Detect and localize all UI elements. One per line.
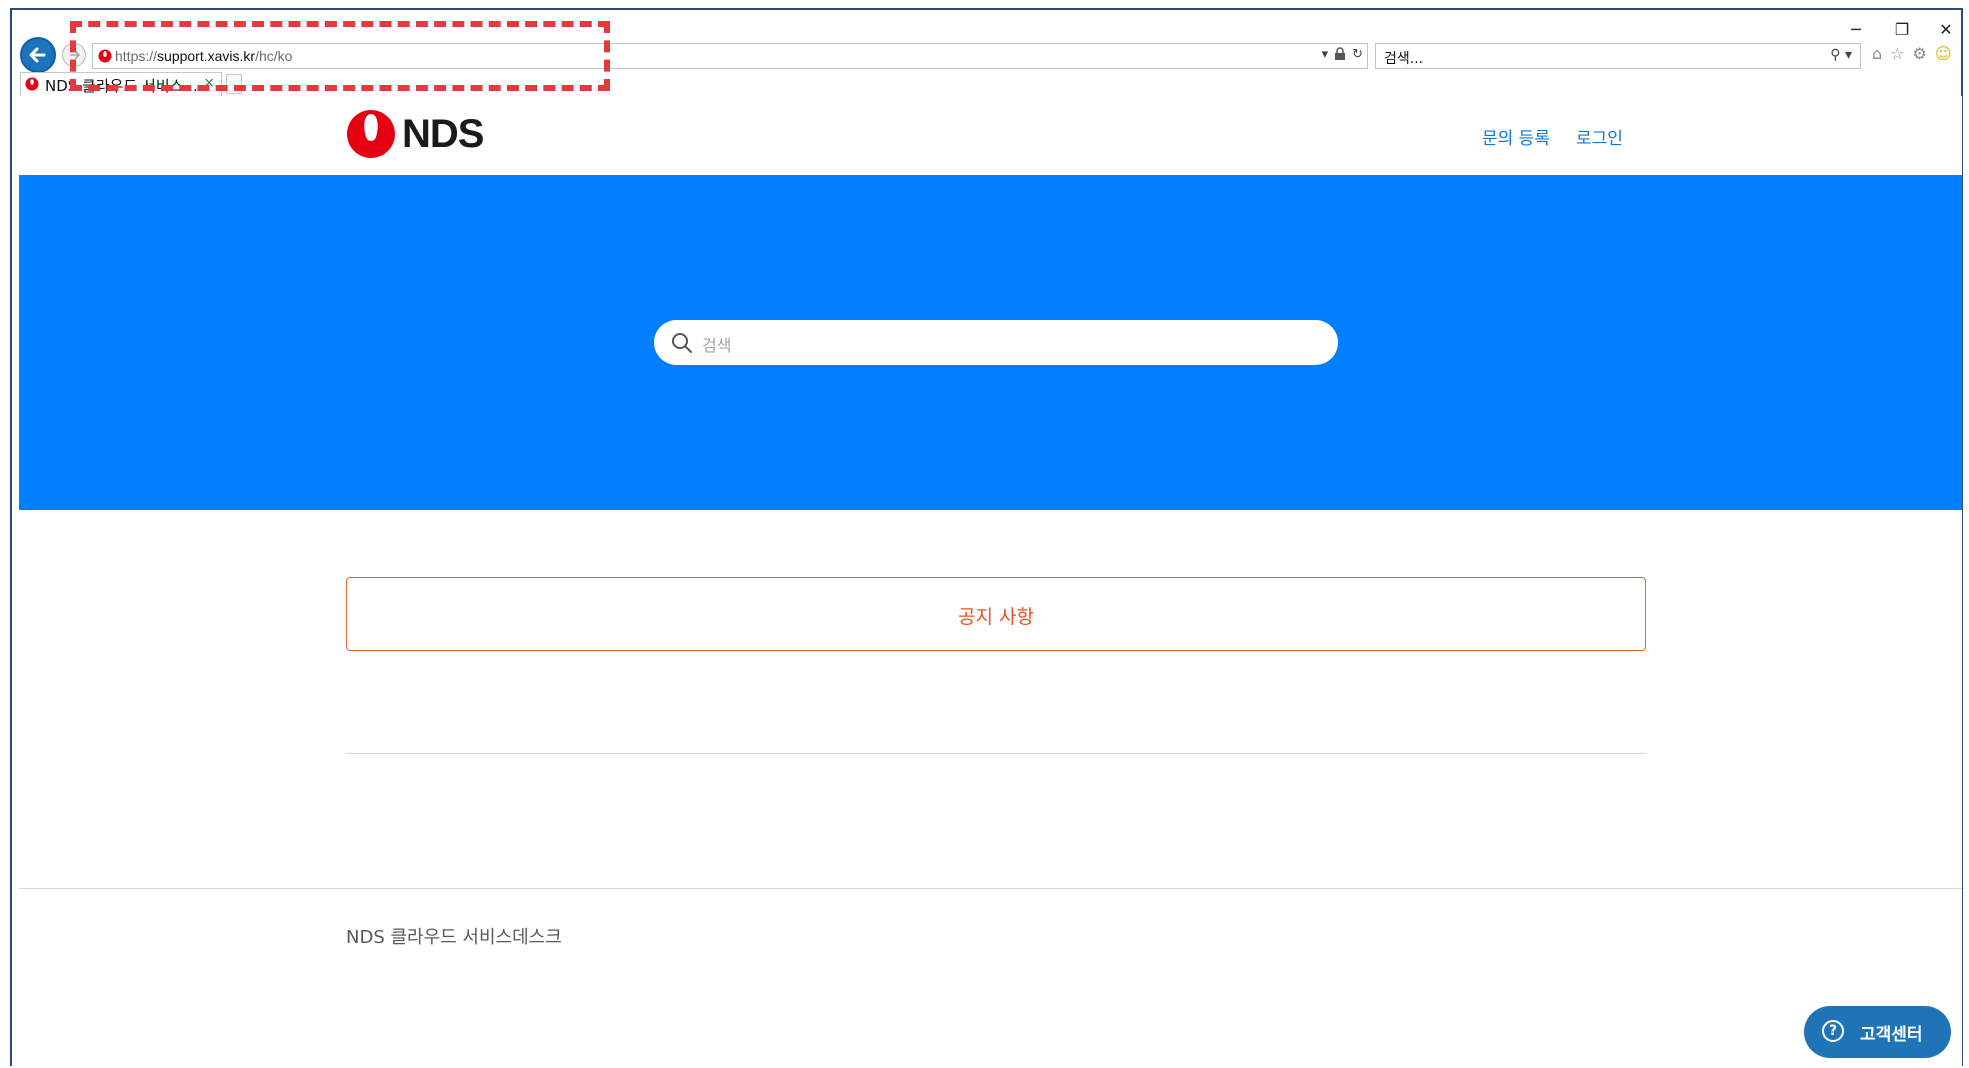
notice-label: 공지 사항 xyxy=(958,606,1034,628)
browser-search-placeholder: 검색... xyxy=(1384,51,1424,67)
site-favicon-icon xyxy=(98,49,112,63)
lock-icon[interactable] xyxy=(1334,47,1346,65)
browser-search-box[interactable]: 검색... ⚲ ▾ xyxy=(1375,43,1861,69)
page-content: NDS 문의 등록 로그인 검색 공지 사항 NDS 클라우드 서비스데스크 ?… xyxy=(19,96,1962,1068)
nds-logo-mark-icon xyxy=(347,110,395,158)
restore-button[interactable]: ❐ xyxy=(1882,18,1922,42)
hero-search-placeholder: 검색 xyxy=(702,336,732,355)
forward-arrow-icon xyxy=(70,50,81,60)
browser-tab[interactable]: NDS 클라우드 서비스... × xyxy=(20,72,222,96)
logo-text: NDS xyxy=(402,111,484,156)
minimize-button[interactable]: ─ xyxy=(1836,18,1876,42)
notice-category-button[interactable]: 공지 사항 xyxy=(346,577,1646,651)
tab-close-icon[interactable]: × xyxy=(203,75,215,91)
search-icon[interactable]: ⚲ ▾ xyxy=(1830,47,1852,63)
star-icon[interactable]: ☆ xyxy=(1890,44,1904,63)
url-scheme: https:// xyxy=(115,48,158,64)
address-bar[interactable]: https://support.xavis.kr/hc/ko ▾ ↻ xyxy=(92,43,1368,69)
url-text: https://support.xavis.kr/hc/ko xyxy=(115,48,292,64)
help-center-label: 고객센터 xyxy=(1860,1025,1923,1045)
tab-title: NDS 클라우드 서비스... xyxy=(45,77,198,95)
question-icon: ? xyxy=(1822,1020,1844,1042)
gear-icon[interactable]: ⚙ xyxy=(1913,44,1927,63)
nav-login[interactable]: 로그인 xyxy=(1576,124,1623,149)
back-button[interactable] xyxy=(20,37,56,73)
browser-toolbar-icons: ⌂ ☆ ⚙ ☺ xyxy=(1872,44,1952,63)
smiley-icon[interactable]: ☺ xyxy=(1935,44,1952,63)
new-tab-button[interactable] xyxy=(226,74,242,94)
back-arrow-icon xyxy=(29,47,46,63)
address-tools: ▾ ↻ xyxy=(1322,47,1363,65)
url-path: /hc/ko xyxy=(255,48,293,64)
forward-button[interactable] xyxy=(62,43,86,67)
help-center-button[interactable]: ? 고객센터 xyxy=(1804,1006,1951,1058)
close-window-button[interactable]: ✕ xyxy=(1926,18,1966,42)
home-icon[interactable]: ⌂ xyxy=(1872,44,1882,63)
nds-logo[interactable]: NDS xyxy=(346,109,484,159)
nav-submit-request[interactable]: 문의 등록 xyxy=(1482,124,1550,149)
footer-divider xyxy=(19,888,1962,889)
tab-favicon-icon xyxy=(25,77,39,91)
footer-text: NDS 클라우드 서비스데스크 xyxy=(346,927,562,948)
url-host: support.xavis.kr xyxy=(157,48,256,64)
refresh-icon[interactable]: ↻ xyxy=(1352,47,1363,65)
dropdown-icon[interactable]: ▾ xyxy=(1322,47,1329,65)
section-divider xyxy=(346,753,1646,754)
hero-search-input[interactable]: 검색 xyxy=(654,320,1338,365)
search-icon xyxy=(672,333,692,353)
hero-banner: 검색 xyxy=(19,175,1962,510)
